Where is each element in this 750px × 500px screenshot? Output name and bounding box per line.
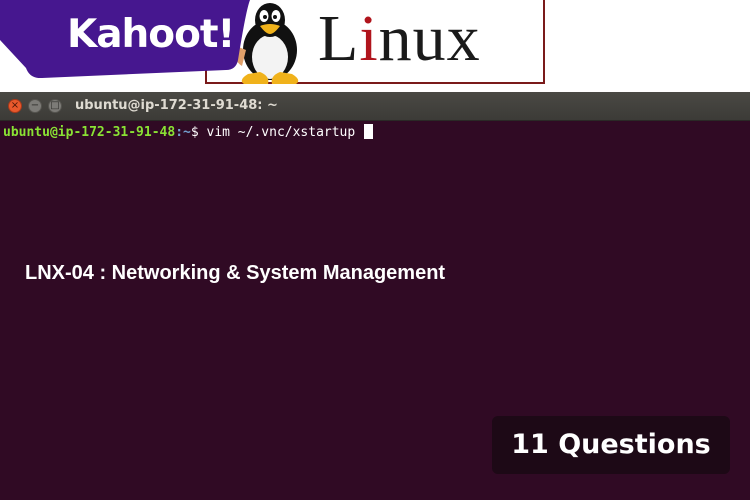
minimize-icon: − [30,100,40,111]
prompt-user-host: ubuntu@ip-172-31-91-48 [3,125,176,140]
maximize-button[interactable]: □ [48,99,62,113]
question-count-label: 11 Questions [511,429,711,460]
top-banner: Linux Kahoot! [0,0,750,90]
maximize-icon: □ [50,100,60,111]
terminal-prompt-line[interactable]: ubuntu@ip-172-31-91-48:~$ vim ~/.vnc/xst… [3,124,374,141]
minimize-button[interactable]: − [28,99,42,113]
kahoot-logo: Kahoot! [67,12,235,57]
terminal-titlebar[interactable]: × − □ ubuntu@ip-172-31-91-48: ~ [0,92,750,121]
question-count-badge: 11 Questions [492,416,730,474]
prompt-symbol: $ [190,125,207,140]
prompt-command: vim ~/.vnc/xstartup [206,125,356,140]
terminal-window: × − □ ubuntu@ip-172-31-91-48: ~ ubuntu@i… [0,92,750,500]
window-title: ubuntu@ip-172-31-91-48: ~ [75,98,278,113]
close-button[interactable]: × [8,99,22,113]
close-icon: × [10,100,20,111]
linux-logo-text: Linux [318,2,481,75]
quiz-title: LNX-04 : Networking & System Management [25,262,446,284]
prompt-path: :~ [175,125,191,140]
text-cursor [364,124,374,139]
